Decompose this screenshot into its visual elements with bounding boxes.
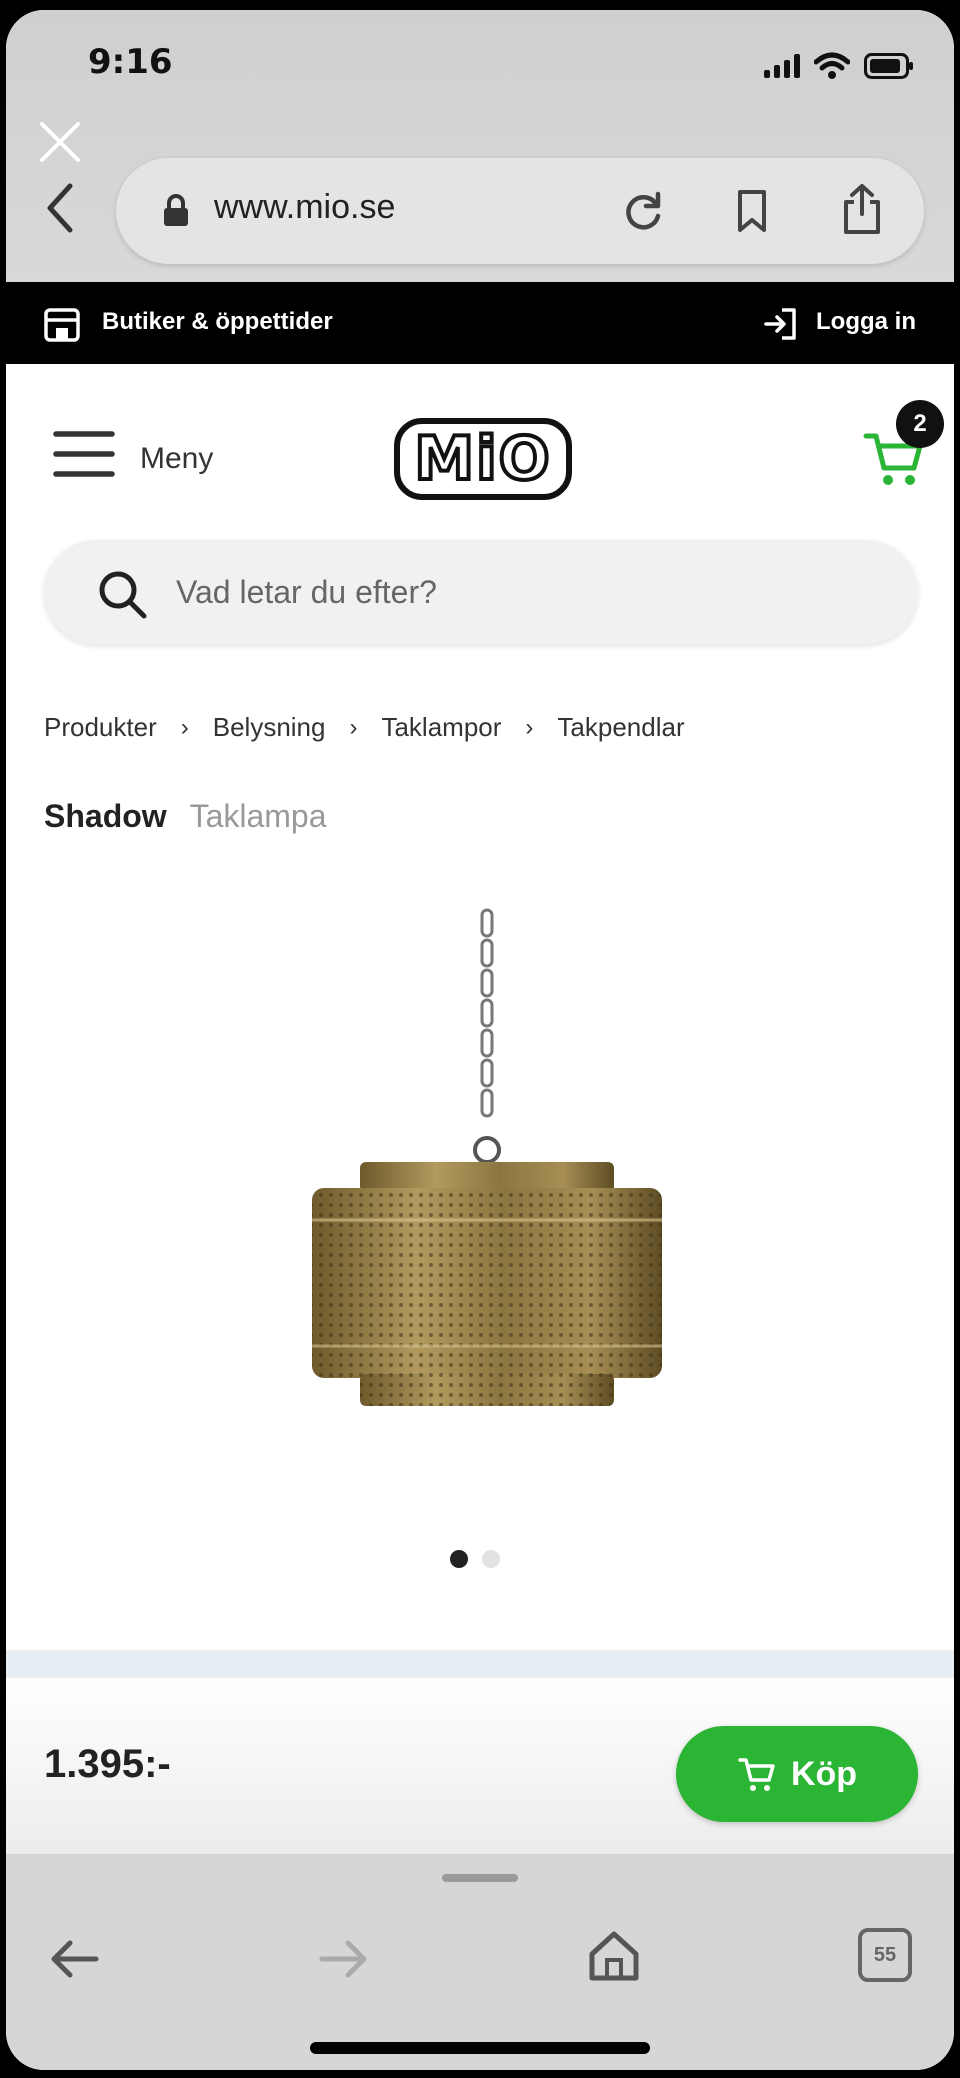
product-name: Shadow xyxy=(44,798,167,834)
search-input[interactable]: Vad letar du efter? xyxy=(44,540,918,644)
section-divider xyxy=(6,1650,954,1678)
tabs-button[interactable]: 55 xyxy=(858,1928,912,1982)
breadcrumb: Produkter › Belysning › Taklampor › Takp… xyxy=(44,712,685,743)
phone-screen: 9:16 www.mio.se Butiker & öppettider Log… xyxy=(6,10,954,2070)
forward-arrow-icon[interactable] xyxy=(316,1934,372,1984)
buy-button[interactable]: Köp xyxy=(676,1726,918,1822)
url-bar[interactable]: www.mio.se xyxy=(116,158,924,264)
battery-icon xyxy=(864,53,914,79)
chevron-right-icon: › xyxy=(349,713,358,741)
wifi-icon xyxy=(814,52,850,80)
buy-label: Köp xyxy=(790,1754,858,1793)
status-time: 9:16 xyxy=(88,42,173,82)
home-icon[interactable] xyxy=(586,1928,642,1984)
buy-bar: 1.395:- Köp xyxy=(6,1678,954,1854)
breadcrumb-item[interactable]: Takpendlar xyxy=(557,712,684,743)
home-indicator xyxy=(310,2042,650,2054)
product-price: 1.395:- xyxy=(44,1742,171,1786)
reload-icon[interactable] xyxy=(620,188,666,234)
product-image[interactable] xyxy=(286,890,686,1490)
cart-icon xyxy=(738,1758,775,1791)
lock-icon xyxy=(164,194,188,226)
browser-top-bar: 9:16 www.mio.se xyxy=(6,10,954,282)
search-icon xyxy=(99,571,147,619)
product-type: Taklampa xyxy=(189,798,327,834)
carousel-dot-active[interactable] xyxy=(450,1550,468,1568)
cart-count-badge: 2 xyxy=(896,400,944,448)
login-link[interactable]: Logga in xyxy=(816,308,916,336)
hamburger-menu-icon[interactable] xyxy=(52,428,116,480)
bookmark-icon[interactable] xyxy=(732,188,772,234)
carousel-dot[interactable] xyxy=(482,1550,500,1568)
mio-logo[interactable]: MiO xyxy=(394,418,572,500)
product-title: Shadow Taklampa xyxy=(44,798,327,835)
breadcrumb-item[interactable]: Produkter xyxy=(44,712,157,743)
stores-link[interactable]: Butiker & öppettider xyxy=(102,308,333,336)
chevron-right-icon: › xyxy=(180,713,189,741)
close-icon[interactable] xyxy=(36,118,84,166)
store-icon xyxy=(44,308,80,342)
login-icon[interactable] xyxy=(762,306,798,342)
toolbar-grabber[interactable] xyxy=(442,1874,518,1882)
menu-label[interactable]: Meny xyxy=(140,442,213,476)
signal-icon xyxy=(764,54,800,78)
breadcrumb-item[interactable]: Belysning xyxy=(213,712,326,743)
status-icons xyxy=(764,52,914,80)
store-bar: Butiker & öppettider Logga in xyxy=(6,282,954,364)
back-arrow-icon[interactable] xyxy=(46,1934,102,1984)
back-chevron-icon[interactable] xyxy=(40,180,80,236)
image-carousel-dots xyxy=(450,1550,500,1568)
search-placeholder: Vad letar du efter? xyxy=(176,574,437,610)
chevron-right-icon: › xyxy=(525,713,534,741)
browser-bottom-toolbar: 55 xyxy=(6,1854,954,2070)
breadcrumb-item[interactable]: Taklampor xyxy=(381,712,501,743)
share-icon[interactable] xyxy=(840,182,884,236)
logo-text: MiO xyxy=(412,424,552,494)
url-text: www.mio.se xyxy=(214,188,396,226)
